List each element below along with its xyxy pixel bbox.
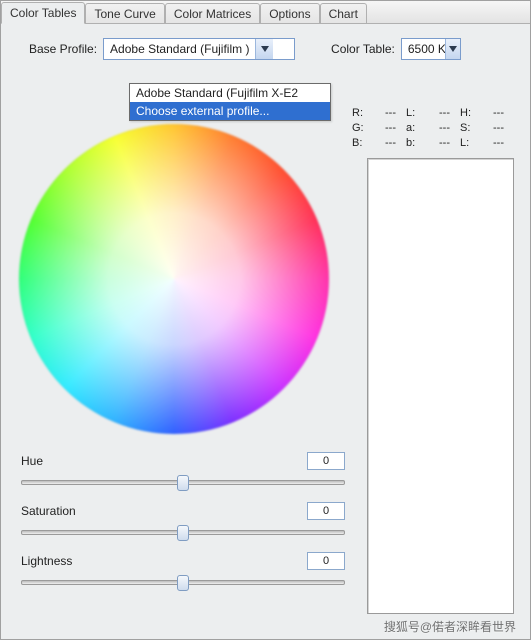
- hue-slider-row: Hue 0: [21, 452, 345, 488]
- chevron-down-icon[interactable]: [445, 39, 460, 59]
- readout-row: G:--- a:--- S:---: [352, 121, 512, 136]
- lightness-value-field[interactable]: 0: [307, 552, 345, 570]
- saturation-label: Saturation: [21, 504, 76, 518]
- readout-row: R:--- L:--- H:---: [352, 106, 512, 121]
- tab-tone-curve[interactable]: Tone Curve: [85, 3, 164, 24]
- lightness-slider-row: Lightness 0: [21, 552, 345, 588]
- hue-slider[interactable]: [21, 474, 345, 488]
- color-table-combo[interactable]: 6500 K: [401, 38, 461, 60]
- hue-label: Hue: [21, 454, 43, 468]
- lightness-slider[interactable]: [21, 574, 345, 588]
- base-profile-combo[interactable]: Adobe Standard (Fujifilm ): [103, 38, 295, 60]
- color-list-panel[interactable]: [367, 158, 514, 614]
- sliders: Hue 0 Saturation 0: [21, 452, 345, 602]
- color-table-label: Color Table:: [331, 42, 395, 56]
- tab-color-tables[interactable]: Color Tables: [1, 2, 85, 24]
- dropdown-item-adobe-standard[interactable]: Adobe Standard (Fujifilm X-E2: [130, 84, 330, 102]
- hue-value-field[interactable]: 0: [307, 452, 345, 470]
- base-profile-value: Adobe Standard (Fujifilm ): [104, 41, 255, 57]
- base-profile-label: Base Profile:: [29, 42, 97, 56]
- chevron-down-icon[interactable]: [255, 39, 273, 59]
- saturation-slider-row: Saturation 0: [21, 502, 345, 538]
- saturation-thumb[interactable]: [177, 525, 189, 541]
- dropdown-item-choose-external[interactable]: Choose external profile...: [130, 102, 330, 120]
- lightness-label: Lightness: [21, 554, 72, 568]
- base-profile-dropdown[interactable]: Adobe Standard (Fujifilm X-E2 Choose ext…: [129, 83, 331, 121]
- content: Base Profile: Adobe Standard (Fujifilm )…: [1, 23, 530, 640]
- app-window: Color Tables Tone Curve Color Matrices O…: [0, 0, 531, 640]
- lightness-thumb[interactable]: [177, 575, 189, 591]
- saturation-value-field[interactable]: 0: [307, 502, 345, 520]
- hue-thumb[interactable]: [177, 475, 189, 491]
- tab-chart[interactable]: Chart: [320, 3, 367, 24]
- top-row: Base Profile: Adobe Standard (Fujifilm )…: [1, 38, 530, 60]
- color-table-value: 6500 K: [402, 41, 445, 57]
- color-readout: R:--- L:--- H:--- G:--- a:--- S:--- B:--…: [352, 106, 512, 151]
- saturation-slider[interactable]: [21, 524, 345, 538]
- tab-options[interactable]: Options: [260, 3, 319, 24]
- tab-color-matrices[interactable]: Color Matrices: [165, 3, 260, 24]
- color-wheel[interactable]: [19, 124, 329, 434]
- tabs: Color Tables Tone Curve Color Matrices O…: [1, 1, 530, 23]
- readout-row: B:--- b:--- L:---: [352, 136, 512, 151]
